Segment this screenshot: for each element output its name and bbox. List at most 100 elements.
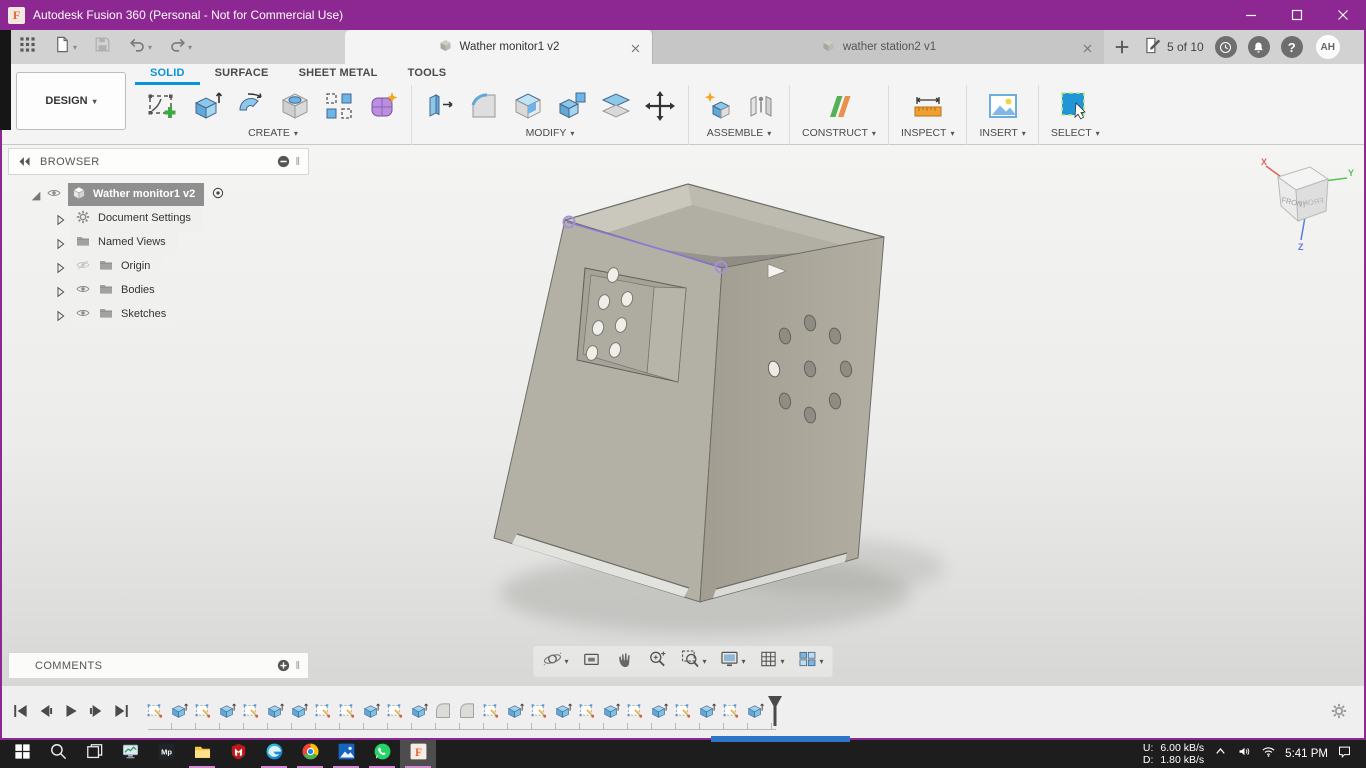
measure-button[interactable]: [912, 90, 944, 122]
chevron-down-icon[interactable]: ▾: [702, 657, 706, 666]
timeline-feature-sketch-3[interactable]: [194, 702, 212, 720]
minimize-button[interactable]: [1228, 0, 1274, 30]
document-count-badge[interactable]: 5 of 10: [1143, 36, 1204, 58]
maximize-button[interactable]: [1274, 0, 1320, 30]
display-settings-button[interactable]: ▾: [716, 648, 748, 675]
browser-item-document-settings[interactable]: Document Settings: [8, 206, 309, 230]
timeline-feature-extrude-18[interactable]: [554, 702, 572, 720]
timeline-feature-extrude-2[interactable]: [170, 702, 188, 720]
go-to-start-button[interactable]: [12, 702, 30, 720]
timeline-feature-sketch-5[interactable]: [242, 702, 260, 720]
help-button[interactable]: ?: [1281, 36, 1303, 58]
view-cube[interactable]: X Y Z FRONT FRONT: [1258, 153, 1354, 253]
eye-hidden-icon[interactable]: [75, 257, 91, 276]
timeline-feature-sketch-23[interactable]: [674, 702, 692, 720]
ribbon-group-label[interactable]: CREATE▾: [248, 127, 298, 139]
insert-image-button[interactable]: [987, 90, 1019, 122]
tray-chevron-up-icon[interactable]: [1213, 744, 1228, 764]
new-document-tab-button[interactable]: [1112, 37, 1132, 57]
panel-drag-handle[interactable]: ‖: [295, 660, 300, 672]
expand-arrow-icon[interactable]: [52, 212, 64, 224]
taskbar-whatsapp-button[interactable]: [364, 740, 400, 768]
save-button[interactable]: [87, 33, 118, 61]
document-tab-2[interactable]: wather station2 v1: [652, 30, 1104, 64]
action-center-icon[interactable]: [1337, 744, 1352, 764]
taskbar-mipony-button[interactable]: Mp: [148, 740, 184, 768]
browser-item-origin[interactable]: Origin: [8, 254, 309, 278]
ribbon-tab-sheet-metal[interactable]: SHEET METAL: [284, 64, 393, 85]
eye-visible-icon[interactable]: [75, 305, 91, 324]
browser-header[interactable]: BROWSER ‖: [8, 148, 309, 175]
joint-button[interactable]: [745, 90, 777, 122]
grid-and-snaps-button[interactable]: ▾: [756, 648, 788, 675]
orbit-button[interactable]: ▾: [539, 648, 571, 675]
hole-button[interactable]: [279, 90, 311, 122]
select-tool-button[interactable]: [1059, 90, 1091, 122]
extrude-button[interactable]: [191, 90, 223, 122]
fillet-button[interactable]: [468, 90, 500, 122]
step-forward-button[interactable]: [87, 702, 105, 720]
eye-visible-icon[interactable]: [46, 185, 62, 204]
timeline-feature-extrude-16[interactable]: [506, 702, 524, 720]
app-launcher-grid-button[interactable]: [12, 33, 43, 61]
step-back-button[interactable]: [37, 702, 55, 720]
browser-item-sketches[interactable]: Sketches: [8, 302, 309, 326]
viewport[interactable]: BROWSER ‖ Wather monitor1 v2Document Set…: [0, 145, 1366, 686]
chevron-down-icon[interactable]: ▾: [564, 657, 568, 666]
collapse-all-icon[interactable]: [276, 154, 291, 169]
shell-button[interactable]: [512, 90, 544, 122]
comments-header[interactable]: COMMENTS ‖: [8, 652, 309, 679]
ribbon-group-label[interactable]: ASSEMBLE▾: [707, 127, 772, 139]
panel-drag-handle[interactable]: ‖: [295, 156, 300, 168]
workspace-selector[interactable]: DESIGN ▾: [16, 72, 126, 130]
undo-button[interactable]: ▾: [122, 33, 158, 61]
taskbar-mcafee-button[interactable]: [220, 740, 256, 768]
eye-visible-icon[interactable]: [75, 281, 91, 300]
chevron-down-icon[interactable]: ▾: [820, 657, 824, 666]
tray-speaker-icon[interactable]: [1237, 744, 1252, 764]
chevron-down-icon[interactable]: ▾: [781, 657, 785, 666]
timeline-feature-extrude-24[interactable]: [698, 702, 716, 720]
close-tab-icon[interactable]: [628, 41, 640, 53]
browser-root-item[interactable]: Wather monitor1 v2: [8, 182, 309, 206]
taskbar-performance-monitor-button[interactable]: [112, 740, 148, 768]
add-comment-icon[interactable]: [276, 658, 291, 673]
document-tab-1[interactable]: Wather monitor1 v2: [345, 30, 652, 64]
press-pull-button[interactable]: [424, 90, 456, 122]
timeline-settings-gear[interactable]: [1330, 702, 1348, 720]
look-at-button[interactable]: [578, 648, 604, 675]
chevron-down-icon[interactable]: ▾: [741, 657, 745, 666]
viewports-button[interactable]: ▾: [795, 648, 827, 675]
timeline-feature-extrude-7[interactable]: [290, 702, 308, 720]
taskbar-task-view-button[interactable]: [76, 740, 112, 768]
timeline-feature-fillet-14[interactable]: [458, 702, 476, 720]
activate-component-icon[interactable]: [210, 185, 226, 204]
tray-wifi-icon[interactable]: [1261, 744, 1276, 764]
taskbar-search-button[interactable]: [40, 740, 76, 768]
timeline-feature-extrude-4[interactable]: [218, 702, 236, 720]
timeline-feature-extrude-6[interactable]: [266, 702, 284, 720]
expand-arrow-icon[interactable]: [52, 284, 64, 296]
timeline-feature-sketch-19[interactable]: [578, 702, 596, 720]
taskbar-edge-button[interactable]: [256, 740, 292, 768]
taskbar-start-button[interactable]: [4, 740, 40, 768]
ribbon-group-label[interactable]: INSPECT▾: [901, 127, 955, 139]
chevron-down-icon[interactable]: ▾: [188, 43, 192, 52]
zoom-button[interactable]: [644, 648, 670, 675]
chevron-down-icon[interactable]: ▾: [73, 43, 77, 52]
expand-arrow-icon[interactable]: [28, 188, 40, 200]
collapse-panel-icon[interactable]: [17, 154, 32, 169]
close-button[interactable]: [1320, 0, 1366, 30]
combine-button[interactable]: [556, 90, 588, 122]
browser-item-bodies[interactable]: Bodies: [8, 278, 309, 302]
ribbon-tab-solid[interactable]: SOLID: [135, 64, 200, 85]
taskbar-chrome-button[interactable]: [292, 740, 328, 768]
close-tab-icon[interactable]: [1080, 41, 1092, 53]
ribbon-group-label[interactable]: INSERT▾: [979, 127, 1025, 139]
timeline-feature-sketch-9[interactable]: [338, 702, 356, 720]
expand-arrow-icon[interactable]: [52, 236, 64, 248]
taskbar-fusion-360-button[interactable]: F: [400, 740, 436, 768]
pan-button[interactable]: [611, 648, 637, 675]
revolve-button[interactable]: [235, 90, 267, 122]
go-to-end-button[interactable]: [112, 702, 130, 720]
